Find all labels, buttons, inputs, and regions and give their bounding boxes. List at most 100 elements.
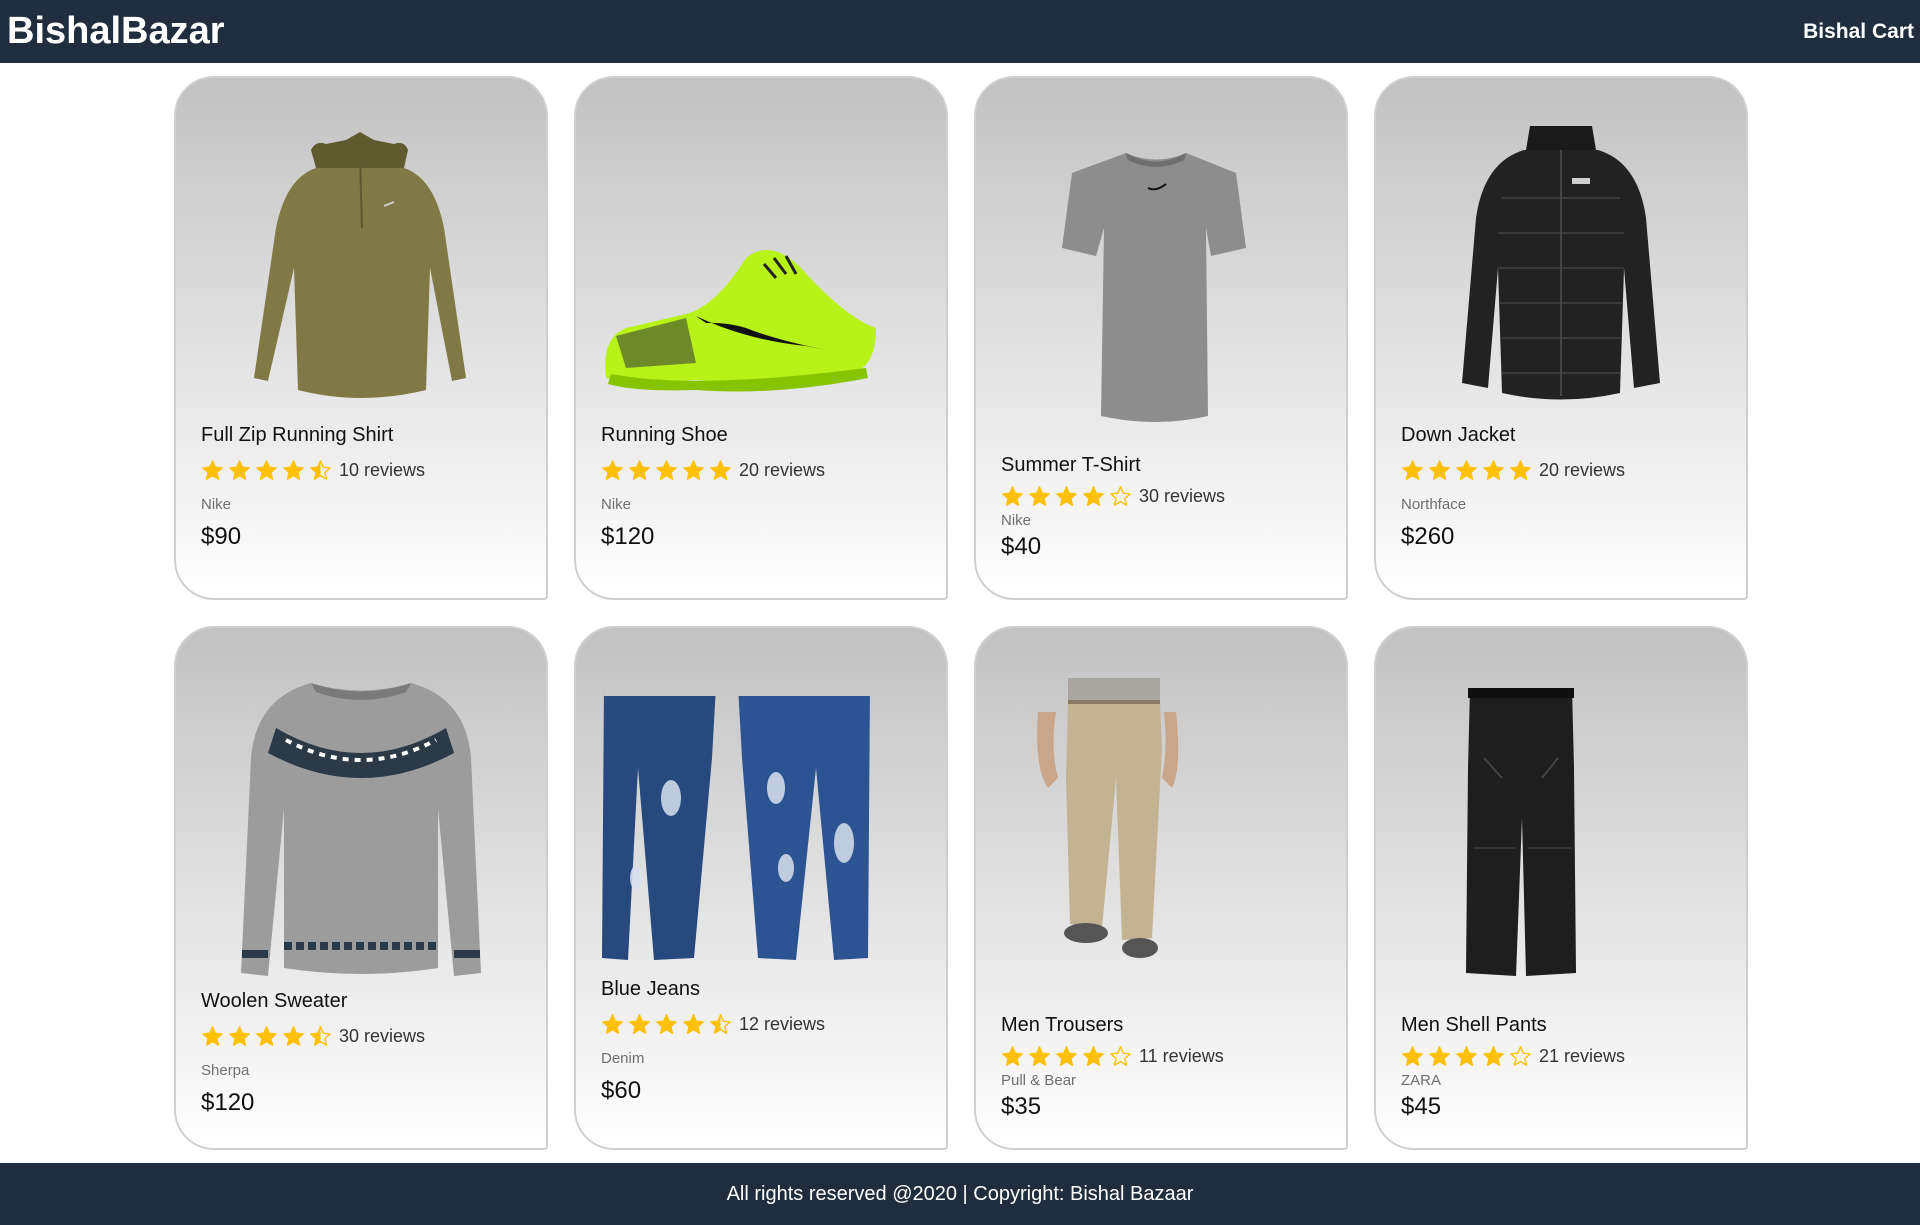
product-name[interactable]: Down Jacket xyxy=(1401,424,1625,447)
star-full-icon xyxy=(1482,459,1505,482)
star-full-icon xyxy=(1482,1045,1505,1068)
product-brand: Northface xyxy=(1401,496,1467,513)
khaki-trousers-image xyxy=(1037,678,1179,958)
star-full-icon xyxy=(682,459,705,482)
product-name[interactable]: Woolen Sweater xyxy=(201,990,425,1013)
star-full-icon xyxy=(282,1025,305,1048)
brand-logo-link[interactable]: BishalBazar xyxy=(7,10,225,53)
star-full-icon xyxy=(1028,1045,1051,1068)
star-full-icon xyxy=(1001,485,1024,508)
star-empty-icon xyxy=(1109,485,1132,508)
star-full-icon xyxy=(1055,1045,1078,1068)
review-count: 30 reviews xyxy=(1139,486,1226,506)
product-price: $120 xyxy=(201,1089,255,1116)
black-down-jacket-image xyxy=(1462,126,1660,400)
star-full-icon xyxy=(1428,459,1451,482)
star-full-icon xyxy=(1082,485,1105,508)
cart-link[interactable]: Bishal Cart xyxy=(1803,20,1914,44)
star-full-icon xyxy=(628,459,651,482)
product-price: $40 xyxy=(1001,533,1042,560)
top-navbar: BishalBazar Bishal Cart xyxy=(0,0,1920,63)
star-full-icon xyxy=(255,1025,278,1048)
product-price: $90 xyxy=(201,523,242,550)
star-rating: 12 reviews xyxy=(601,1013,825,1036)
review-count: 10 reviews xyxy=(339,460,426,480)
star-rating: 10 reviews xyxy=(201,459,425,482)
star-full-icon xyxy=(655,1013,678,1036)
star-full-icon xyxy=(655,459,678,482)
lime-running-shoe-image xyxy=(605,250,876,392)
product-price: $45 xyxy=(1401,1093,1442,1120)
star-full-icon xyxy=(201,1025,224,1048)
star-full-icon xyxy=(628,1013,651,1036)
star-full-icon xyxy=(282,459,305,482)
star-rating: 20 reviews xyxy=(601,459,825,482)
product-name[interactable]: Full Zip Running Shirt xyxy=(201,424,425,447)
product-card[interactable]: Down Jacket 20 reviews Northface $260 xyxy=(1374,76,1748,600)
product-brand: Nike xyxy=(1001,512,1032,529)
product-name[interactable]: Summer T-Shirt xyxy=(1001,454,1225,477)
star-rating: 21 reviews xyxy=(1401,1045,1625,1068)
product-card[interactable]: Men Trousers 11 reviews Pull & Bear $35 xyxy=(974,626,1348,1150)
star-full-icon xyxy=(1082,1045,1105,1068)
star-full-icon xyxy=(228,459,251,482)
grey-woolen-sweater-image xyxy=(241,683,481,976)
review-count: 20 reviews xyxy=(1539,460,1626,480)
product-name[interactable]: Running Shoe xyxy=(601,424,825,447)
star-full-icon xyxy=(682,1013,705,1036)
footer: All rights reserved @2020 | Copyright: B… xyxy=(0,1163,1920,1225)
star-full-icon xyxy=(601,1013,624,1036)
product-brand: Sherpa xyxy=(201,1062,250,1079)
review-count: 21 reviews xyxy=(1539,1046,1626,1066)
review-count: 30 reviews xyxy=(339,1026,426,1046)
star-full-icon xyxy=(1028,485,1051,508)
product-brand: Denim xyxy=(601,1050,645,1067)
star-full-icon xyxy=(228,1025,251,1048)
star-full-icon xyxy=(1509,459,1532,482)
product-brand: Nike xyxy=(601,496,632,513)
star-full-icon xyxy=(601,459,624,482)
product-price: $35 xyxy=(1001,1093,1042,1120)
product-card[interactable]: Summer T-Shirt 30 reviews Nike $40 xyxy=(974,76,1348,600)
star-empty-icon xyxy=(1109,1045,1132,1068)
product-name[interactable]: Men Shell Pants xyxy=(1401,1014,1625,1037)
product-price: $120 xyxy=(601,523,655,550)
star-rating: 20 reviews xyxy=(1401,459,1625,482)
product-card[interactable]: Blue Jeans 12 reviews Denim $60 xyxy=(574,626,948,1150)
star-half-icon xyxy=(309,1025,332,1048)
product-price: $260 xyxy=(1401,523,1455,550)
star-rating: 30 reviews xyxy=(201,1025,425,1048)
product-name[interactable]: Men Trousers xyxy=(1001,1014,1224,1037)
review-count: 11 reviews xyxy=(1139,1046,1224,1066)
product-brand: ZARA xyxy=(1401,1072,1442,1089)
star-half-icon xyxy=(309,459,332,482)
review-count: 20 reviews xyxy=(739,460,826,480)
product-price: $60 xyxy=(601,1077,642,1104)
product-brand: Pull & Bear xyxy=(1001,1072,1077,1089)
star-full-icon xyxy=(1401,1045,1424,1068)
review-count: 12 reviews xyxy=(739,1014,826,1034)
star-full-icon xyxy=(1455,1045,1478,1068)
star-empty-icon xyxy=(1509,1045,1532,1068)
black-shell-pants-image xyxy=(1466,688,1576,976)
star-full-icon xyxy=(709,459,732,482)
star-full-icon xyxy=(1455,459,1478,482)
product-card[interactable]: Woolen Sweater 30 reviews Sherpa $120 xyxy=(174,626,548,1150)
star-full-icon xyxy=(1001,1045,1024,1068)
green-zip-shirt-image xyxy=(254,132,466,398)
star-rating: 30 reviews xyxy=(1001,485,1225,508)
product-name[interactable]: Blue Jeans xyxy=(601,978,825,1001)
star-half-icon xyxy=(709,1013,732,1036)
star-full-icon xyxy=(1055,485,1078,508)
star-full-icon xyxy=(1401,459,1424,482)
product-card[interactable]: Men Shell Pants 21 reviews ZARA $45 xyxy=(1374,626,1748,1150)
grey-tshirt-image xyxy=(1062,153,1246,422)
product-card[interactable]: Running Shoe 20 reviews Nike $120 xyxy=(574,76,948,600)
star-rating: 11 reviews xyxy=(1001,1045,1224,1068)
star-full-icon xyxy=(255,459,278,482)
product-card[interactable]: Full Zip Running Shirt 10 reviews Nike $… xyxy=(174,76,548,600)
product-brand: Nike xyxy=(201,496,232,513)
copyright-text: All rights reserved @2020 | Copyright: B… xyxy=(726,1183,1194,1205)
star-full-icon xyxy=(201,459,224,482)
star-full-icon xyxy=(1428,1045,1451,1068)
